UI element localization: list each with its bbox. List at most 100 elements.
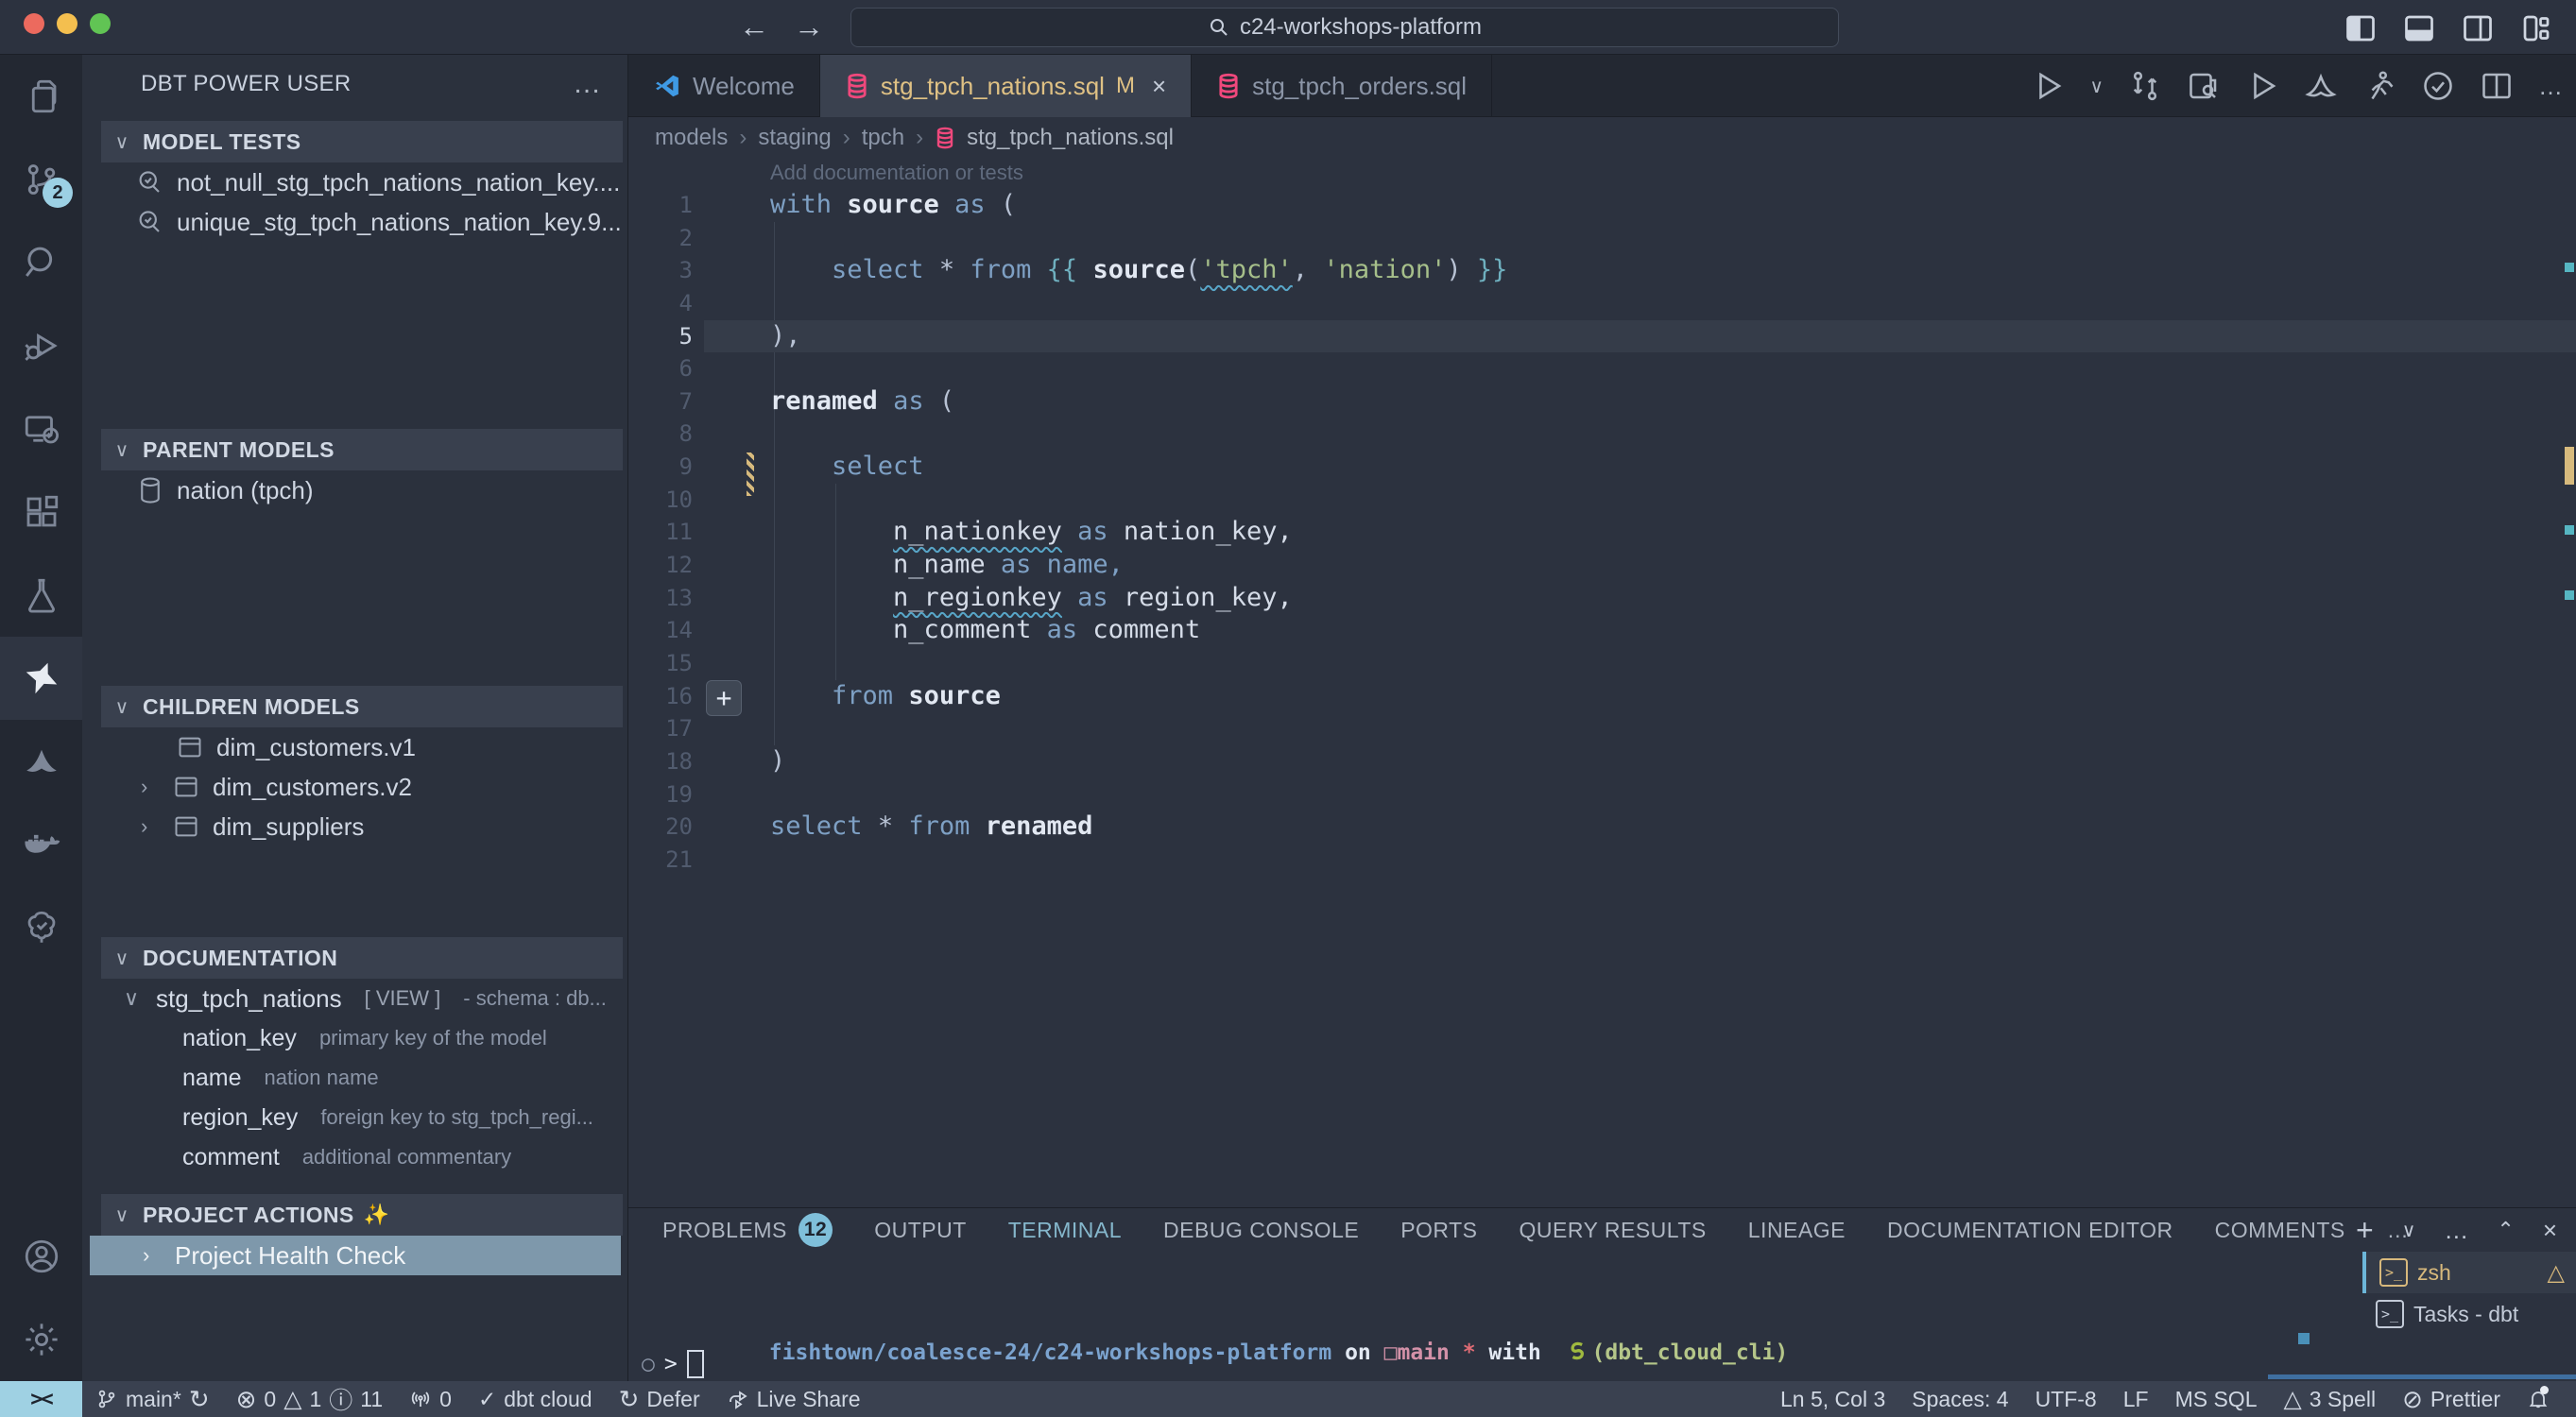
- panel-tab-comments[interactable]: COMMENTS: [2215, 1218, 2345, 1243]
- breadcrumb-item[interactable]: models: [655, 125, 728, 151]
- breadcrumb-file[interactable]: stg_tpch_nations.sql: [967, 125, 1174, 151]
- code-line-1[interactable]: with source as (: [704, 189, 2576, 222]
- sash-handle[interactable]: [2298, 1333, 2310, 1344]
- status-language-mode[interactable]: MS SQL: [2162, 1381, 2271, 1417]
- terminal-instance-tasks-dbt[interactable]: >_ Tasks - dbt: [2362, 1293, 2576, 1335]
- dbt-logo-icon[interactable]: [0, 720, 82, 803]
- tab-stg-tpch-nations[interactable]: stg_tpch_nations.sql M ×: [820, 55, 1192, 117]
- code-line-18[interactable]: ): [704, 745, 2576, 778]
- run-model-runner-icon[interactable]: [2362, 69, 2396, 103]
- code-line-19[interactable]: [704, 778, 2576, 811]
- code-line-10[interactable]: [704, 484, 2576, 517]
- tab-welcome[interactable]: Welcome: [628, 55, 820, 117]
- breadcrumb-item[interactable]: staging: [758, 125, 831, 151]
- coverage-tree-icon[interactable]: [0, 886, 82, 969]
- toggle-secondary-sidebar-icon[interactable]: [2461, 11, 2495, 45]
- traffic-light-close[interactable]: [24, 13, 44, 34]
- test-check-circle-icon[interactable]: [2421, 69, 2455, 103]
- code-editor[interactable]: Add documentation or tests 1234567891011…: [628, 159, 2576, 1207]
- documentation-column-row[interactable]: nation_key primary key of the model: [82, 1018, 627, 1058]
- command-center-search[interactable]: c24-workshops-platform: [850, 8, 1839, 47]
- panel-tab-terminal[interactable]: TERMINAL: [1008, 1218, 1122, 1243]
- settings-gear-icon[interactable]: [0, 1298, 82, 1381]
- maximize-panel-icon[interactable]: ⌃: [2497, 1218, 2514, 1242]
- project-health-check-item[interactable]: › Project Health Check: [90, 1236, 621, 1275]
- dbt-power-user-icon[interactable]: [0, 637, 82, 720]
- section-documentation[interactable]: ∨ DOCUMENTATION: [101, 937, 623, 979]
- panel-tab-lineage[interactable]: LINEAGE: [1748, 1218, 1846, 1243]
- status-ports[interactable]: 0: [396, 1381, 465, 1417]
- code-line-6[interactable]: [704, 352, 2576, 385]
- status-spell[interactable]: △ 3 Spell: [2271, 1381, 2390, 1417]
- panel-scrollbar[interactable]: [2268, 1374, 2576, 1379]
- panel-tab-documentation-editor[interactable]: DOCUMENTATION EDITOR: [1887, 1218, 2173, 1243]
- code-line-9[interactable]: select: [704, 451, 2576, 484]
- run-dropdown-chevron-icon[interactable]: ∨: [2089, 75, 2104, 98]
- code-line-4[interactable]: [704, 287, 2576, 320]
- panel-more-icon[interactable]: …: [2444, 1216, 2468, 1245]
- traffic-light-zoom[interactable]: [90, 13, 111, 34]
- close-panel-icon[interactable]: ×: [2543, 1216, 2557, 1245]
- breadcrumb-item[interactable]: tpch: [862, 125, 904, 151]
- status-dbt-cloud[interactable]: ✓ dbt cloud: [465, 1381, 606, 1417]
- parent-model-item[interactable]: nation (tpch): [82, 470, 627, 510]
- status-branch[interactable]: main* ↻: [82, 1381, 223, 1417]
- source-control-icon[interactable]: 2: [0, 138, 82, 221]
- code-line-20[interactable]: select * from renamed: [704, 811, 2576, 844]
- code-line-21[interactable]: [704, 844, 2576, 877]
- status-notifications[interactable]: [2514, 1381, 2563, 1417]
- model-test-item[interactable]: unique_stg_tpch_nations_nation_key.9...: [82, 202, 627, 242]
- customize-layout-icon[interactable]: [2519, 11, 2553, 45]
- close-icon[interactable]: ×: [1152, 72, 1166, 101]
- panel-tab-debug-console[interactable]: DEBUG CONSOLE: [1163, 1218, 1359, 1243]
- docker-icon[interactable]: [0, 803, 82, 886]
- run-debug-icon[interactable]: [0, 304, 82, 387]
- section-project-actions[interactable]: ∨ PROJECT ACTIONS ✨: [101, 1194, 623, 1236]
- new-terminal-icon[interactable]: +: [2356, 1213, 2374, 1248]
- sidebar-more-icon[interactable]: …: [573, 68, 601, 100]
- section-children-models[interactable]: ∨ CHILDREN MODELS: [101, 686, 623, 727]
- preview-icon[interactable]: [2187, 69, 2221, 103]
- explorer-icon[interactable]: [0, 55, 82, 138]
- back-arrow-icon[interactable]: ←: [739, 9, 769, 44]
- terminal-dropdown-chevron-icon[interactable]: ∨: [2402, 1219, 2416, 1242]
- section-parent-models[interactable]: ∨ PARENT MODELS: [101, 429, 623, 470]
- documentation-column-row[interactable]: region_key foreign key to stg_tpch_regi.…: [82, 1098, 627, 1137]
- accounts-icon[interactable]: [0, 1215, 82, 1298]
- panel-tab-output[interactable]: OUTPUT: [874, 1218, 967, 1243]
- forward-arrow-icon[interactable]: →: [794, 9, 824, 44]
- panel-tab-problems[interactable]: PROBLEMS12: [662, 1213, 833, 1247]
- traffic-light-minimize[interactable]: [57, 13, 77, 34]
- code-line-15[interactable]: [704, 647, 2576, 680]
- status-live-share[interactable]: Live Share: [713, 1381, 874, 1417]
- documentation-model-row[interactable]: ∨ stg_tpch_nations [ VIEW ] - schema : d…: [82, 979, 627, 1018]
- code-line-12[interactable]: n_name as name,: [704, 549, 2576, 582]
- codelens-add-documentation[interactable]: Add documentation or tests: [770, 161, 1023, 185]
- toggle-panel-icon[interactable]: [2402, 11, 2436, 45]
- documentation-column-row[interactable]: comment additional commentary: [82, 1137, 627, 1177]
- tab-stg-tpch-orders[interactable]: stg_tpch_orders.sql: [1192, 55, 1492, 117]
- status-encoding[interactable]: UTF-8: [2022, 1381, 2110, 1417]
- child-model-item[interactable]: dim_customers.v1: [82, 727, 627, 767]
- terminal-content[interactable]: fishtown/coalesce-24/c24-workshops-platf…: [628, 1252, 2359, 1381]
- remote-indicator[interactable]: ><: [0, 1381, 82, 1417]
- status-prettier[interactable]: ⊘ Prettier: [2389, 1381, 2514, 1417]
- code-line-5[interactable]: ),: [704, 320, 2576, 353]
- status-eol[interactable]: LF: [2110, 1381, 2162, 1417]
- code-line-14[interactable]: n_comment as comment: [704, 614, 2576, 647]
- add-inline-button[interactable]: +: [706, 680, 742, 716]
- status-indentation[interactable]: Spaces: 4: [1898, 1381, 2021, 1417]
- extensions-icon[interactable]: [0, 470, 82, 554]
- child-model-item[interactable]: › dim_customers.v2: [82, 767, 627, 807]
- panel-tab-ports[interactable]: PORTS: [1400, 1218, 1477, 1243]
- status-defer[interactable]: ↻ Defer: [606, 1381, 713, 1417]
- code-line-3[interactable]: select * from {{ source('tpch', 'nation'…: [704, 254, 2576, 287]
- split-editor-icon[interactable]: [2480, 69, 2514, 103]
- documentation-column-row[interactable]: name nation name: [82, 1058, 627, 1098]
- model-test-item[interactable]: not_null_stg_tpch_nations_nation_key....: [82, 162, 627, 202]
- testing-icon[interactable]: [0, 554, 82, 637]
- status-cursor-position[interactable]: Ln 5, Col 3: [1767, 1381, 1898, 1417]
- run-query-icon[interactable]: [2031, 69, 2065, 103]
- panel-tab-query-results[interactable]: QUERY RESULTS: [1520, 1218, 1707, 1243]
- execute-icon[interactable]: [2245, 69, 2279, 103]
